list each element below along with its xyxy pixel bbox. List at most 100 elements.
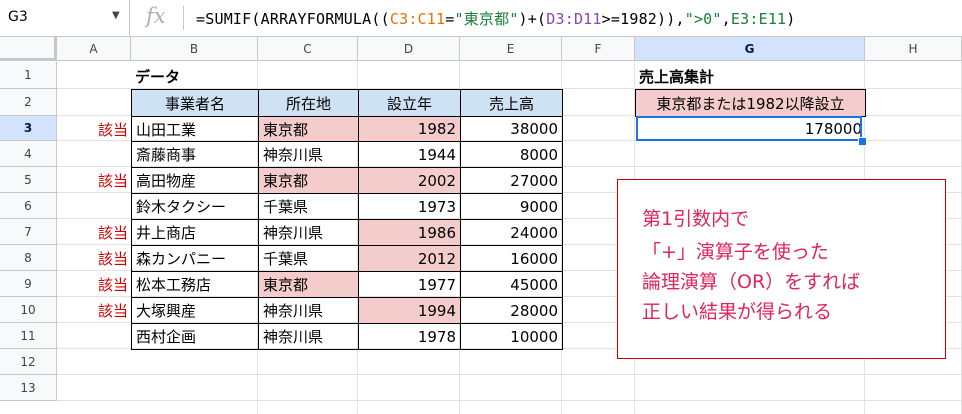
row-header-9[interactable]: 9 [0, 271, 57, 297]
match-flag[interactable]: 該当 [57, 116, 132, 142]
table-header[interactable]: 所在地 [258, 89, 359, 117]
match-flag[interactable] [57, 141, 132, 168]
year-cell[interactable]: 2012 [358, 245, 461, 272]
formula-token: =SUMIF(ARRAYFORMULA(( [196, 10, 390, 28]
name-box[interactable]: G3 ▼ [0, 0, 130, 36]
chevron-down-icon[interactable]: ▼ [112, 10, 120, 21]
formula-token: , [721, 10, 731, 28]
row-header-3[interactable]: 3 [0, 116, 57, 141]
active-cell-selection [636, 116, 862, 141]
row-header-13[interactable]: 13 [0, 375, 57, 401]
match-flag[interactable]: 該当 [57, 167, 132, 194]
location-cell[interactable]: 神奈川県 [258, 323, 359, 350]
name-box-value: G3 [8, 9, 28, 25]
note-line: 論理演算（OR）をすれば [642, 271, 861, 293]
sales-cell[interactable]: 10000 [460, 323, 563, 350]
company-name-cell[interactable]: 森カンパニー [131, 245, 259, 272]
row-header-8[interactable]: 8 [0, 245, 57, 271]
sales-cell[interactable]: 16000 [460, 245, 563, 272]
location-cell[interactable]: 神奈川県 [258, 219, 359, 246]
location-cell[interactable]: 千葉県 [258, 193, 359, 220]
summary-header[interactable]: 東京都または1982以降設立 [635, 89, 866, 117]
company-name-cell[interactable]: 鈴木タクシー [131, 193, 259, 220]
column-header-d[interactable]: D [358, 37, 460, 61]
sales-cell[interactable]: 27000 [460, 167, 563, 194]
company-name-cell[interactable]: 松本工務店 [131, 271, 259, 298]
row-header-11[interactable]: 11 [0, 323, 57, 349]
note-line: 第1引数内で [642, 208, 750, 230]
company-name-cell[interactable]: 斎藤商事 [131, 141, 259, 168]
row-header-7[interactable]: 7 [0, 219, 57, 245]
table-header[interactable]: 設立年 [358, 89, 461, 117]
sales-cell[interactable]: 24000 [460, 219, 563, 246]
fill-handle[interactable] [858, 137, 867, 146]
year-cell[interactable]: 1986 [358, 219, 461, 246]
sales-cell[interactable]: 28000 [460, 297, 563, 324]
formula-token: "東京都" [454, 10, 519, 28]
note-line: 「+」演算子を使った [642, 241, 829, 263]
location-cell[interactable]: 神奈川県 [258, 297, 359, 324]
row-header-2[interactable]: 2 [0, 89, 57, 116]
formula-token: >=1982)), [601, 10, 685, 28]
sales-cell[interactable]: 38000 [460, 116, 563, 142]
company-name-cell[interactable]: 井上商店 [131, 219, 259, 246]
year-cell[interactable]: 1978 [358, 323, 461, 350]
formula-bar: G3 ▼ fx =SUMIF(ARRAYFORMULA((C3:C11="東京都… [0, 0, 962, 37]
annotation-box: 第1引数内で 「+」演算子を使った 論理演算（OR）をすれば 正しい結果が得られ… [617, 179, 946, 359]
column-header-h[interactable]: H [865, 37, 962, 61]
match-flag[interactable]: 該当 [57, 245, 132, 272]
location-cell[interactable]: 東京都 [258, 116, 359, 142]
fx-icon: fx [146, 4, 166, 28]
match-flag[interactable] [57, 193, 132, 220]
column-header-f[interactable]: F [562, 37, 635, 61]
row-header-12[interactable]: 12 [0, 349, 57, 375]
column-header-g[interactable]: G [635, 37, 865, 61]
column-header-b[interactable]: B [131, 37, 258, 61]
row-header-4[interactable]: 4 [0, 141, 57, 167]
formula-token: )+( [518, 10, 547, 28]
company-name-cell[interactable]: 大塚興産 [131, 297, 259, 324]
formula-input[interactable]: =SUMIF(ARRAYFORMULA((C3:C11="東京都")+(D3:D… [196, 8, 796, 29]
select-all-corner[interactable] [0, 37, 57, 61]
match-flag[interactable]: 該当 [57, 271, 132, 298]
sales-cell[interactable]: 45000 [460, 271, 563, 298]
note-line: 正しい結果が得られる [642, 301, 833, 323]
location-cell[interactable]: 東京都 [258, 167, 359, 194]
row-header-1[interactable]: 1 [0, 62, 57, 89]
match-flag[interactable] [57, 323, 132, 350]
sales-cell[interactable]: 9000 [460, 193, 563, 220]
company-name-cell[interactable]: 高田物産 [131, 167, 259, 194]
year-cell[interactable]: 1973 [358, 193, 461, 220]
formula-token: E3:E11 [730, 10, 787, 28]
column-header-e[interactable]: E [460, 37, 562, 61]
year-cell[interactable]: 1982 [358, 116, 461, 142]
gridline [57, 400, 962, 401]
year-cell[interactable]: 2002 [358, 167, 461, 194]
row-header-6[interactable]: 6 [0, 193, 57, 219]
formula-token: ">0" [684, 10, 722, 28]
table-header[interactable]: 売上高 [460, 89, 563, 117]
match-flag[interactable]: 該当 [57, 219, 132, 246]
formula-token: D3:D11 [546, 10, 602, 28]
location-cell[interactable]: 神奈川県 [258, 141, 359, 168]
section-title[interactable]: データ [131, 62, 259, 90]
column-header-c[interactable]: C [258, 37, 358, 61]
sales-cell[interactable]: 8000 [460, 141, 563, 168]
row-header-10[interactable]: 10 [0, 297, 57, 323]
formula-token: ) [786, 10, 796, 28]
gridline [57, 374, 962, 375]
company-name-cell[interactable]: 山田工業 [131, 116, 259, 142]
company-name-cell[interactable]: 西村企画 [131, 323, 259, 350]
row-header-5[interactable]: 5 [0, 167, 57, 193]
location-cell[interactable]: 千葉県 [258, 245, 359, 272]
year-cell[interactable]: 1977 [358, 271, 461, 298]
formula-token: C3:C11 [389, 10, 446, 28]
column-header-a[interactable]: A [57, 37, 131, 61]
table-header[interactable]: 事業者名 [131, 89, 259, 117]
divider [183, 6, 184, 30]
match-flag[interactable]: 該当 [57, 297, 132, 324]
summary-title[interactable]: 売上高集計 [635, 62, 866, 90]
year-cell[interactable]: 1994 [358, 297, 461, 324]
location-cell[interactable]: 東京都 [258, 271, 359, 298]
year-cell[interactable]: 1944 [358, 141, 461, 168]
